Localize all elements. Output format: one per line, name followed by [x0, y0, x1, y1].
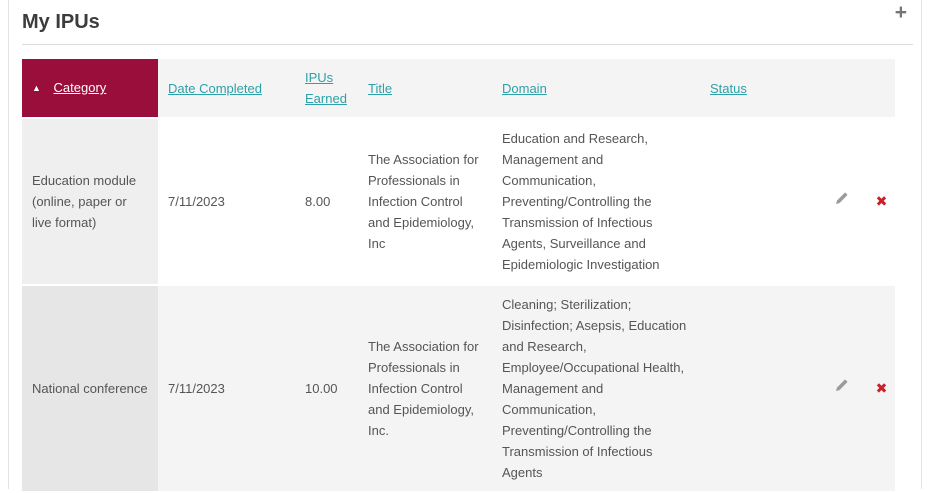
sort-ascending-icon: ▲ — [32, 83, 41, 93]
column-header-title: Title — [358, 59, 492, 119]
cell-status — [700, 119, 815, 286]
cell-ipus-earned: 8.00 — [295, 119, 358, 286]
delete-x-icon[interactable]: ✖ — [876, 193, 888, 209]
column-header-edit — [815, 59, 868, 119]
edit-pencil-icon[interactable] — [834, 191, 849, 206]
cell-title: The Association for Professionals in Inf… — [358, 119, 492, 286]
cell-edit — [815, 286, 868, 493]
table-row: Education module (online, paper or live … — [22, 119, 895, 286]
column-header-ipus-earned: IPUs Earned — [295, 59, 358, 119]
sort-title-link[interactable]: Title — [368, 81, 392, 96]
cell-category: National conference — [22, 286, 158, 493]
column-header-delete — [868, 59, 895, 119]
panel-header: My IPUs + — [22, 0, 913, 34]
add-ipu-button[interactable]: + — [895, 0, 907, 26]
cell-date-completed: 7/11/2023 — [158, 286, 295, 493]
cell-status — [700, 286, 815, 493]
delete-x-icon[interactable]: ✖ — [876, 380, 888, 396]
ipu-table: ▲ Category Date Completed IPUs Earned Ti… — [22, 59, 895, 493]
cell-delete: ✖ — [868, 286, 895, 493]
column-header-domain: Domain — [492, 59, 700, 119]
edit-pencil-icon[interactable] — [834, 378, 849, 393]
cell-ipus-earned: 10.00 — [295, 286, 358, 493]
cell-delete: ✖ — [868, 119, 895, 286]
table-header-row: ▲ Category Date Completed IPUs Earned Ti… — [22, 59, 895, 119]
my-ipus-panel: My IPUs + ▲ Category Date Completed IPUs… — [8, 0, 922, 493]
cell-date-completed: 7/11/2023 — [158, 119, 295, 286]
cell-domain: Cleaning; Sterilization; Disinfection; A… — [492, 286, 700, 493]
column-header-category: ▲ Category — [22, 59, 158, 119]
cell-edit — [815, 119, 868, 286]
cell-domain: Education and Research, Management and C… — [492, 119, 700, 286]
column-header-date-completed: Date Completed — [158, 59, 295, 119]
cell-title: The Association for Professionals in Inf… — [358, 286, 492, 493]
sort-date-completed-link[interactable]: Date Completed — [168, 81, 262, 96]
header-divider — [22, 44, 913, 45]
table-row: National conference 7/11/2023 10.00 The … — [22, 286, 895, 493]
page-title: My IPUs — [22, 11, 100, 33]
sort-domain-link[interactable]: Domain — [502, 81, 547, 96]
column-header-status: Status — [700, 59, 815, 119]
sort-ipus-earned-link[interactable]: IPUs Earned — [305, 70, 347, 106]
cell-category: Education module (online, paper or live … — [22, 119, 158, 286]
sort-status-link[interactable]: Status — [710, 81, 747, 96]
sort-category-link[interactable]: Category — [54, 80, 107, 95]
